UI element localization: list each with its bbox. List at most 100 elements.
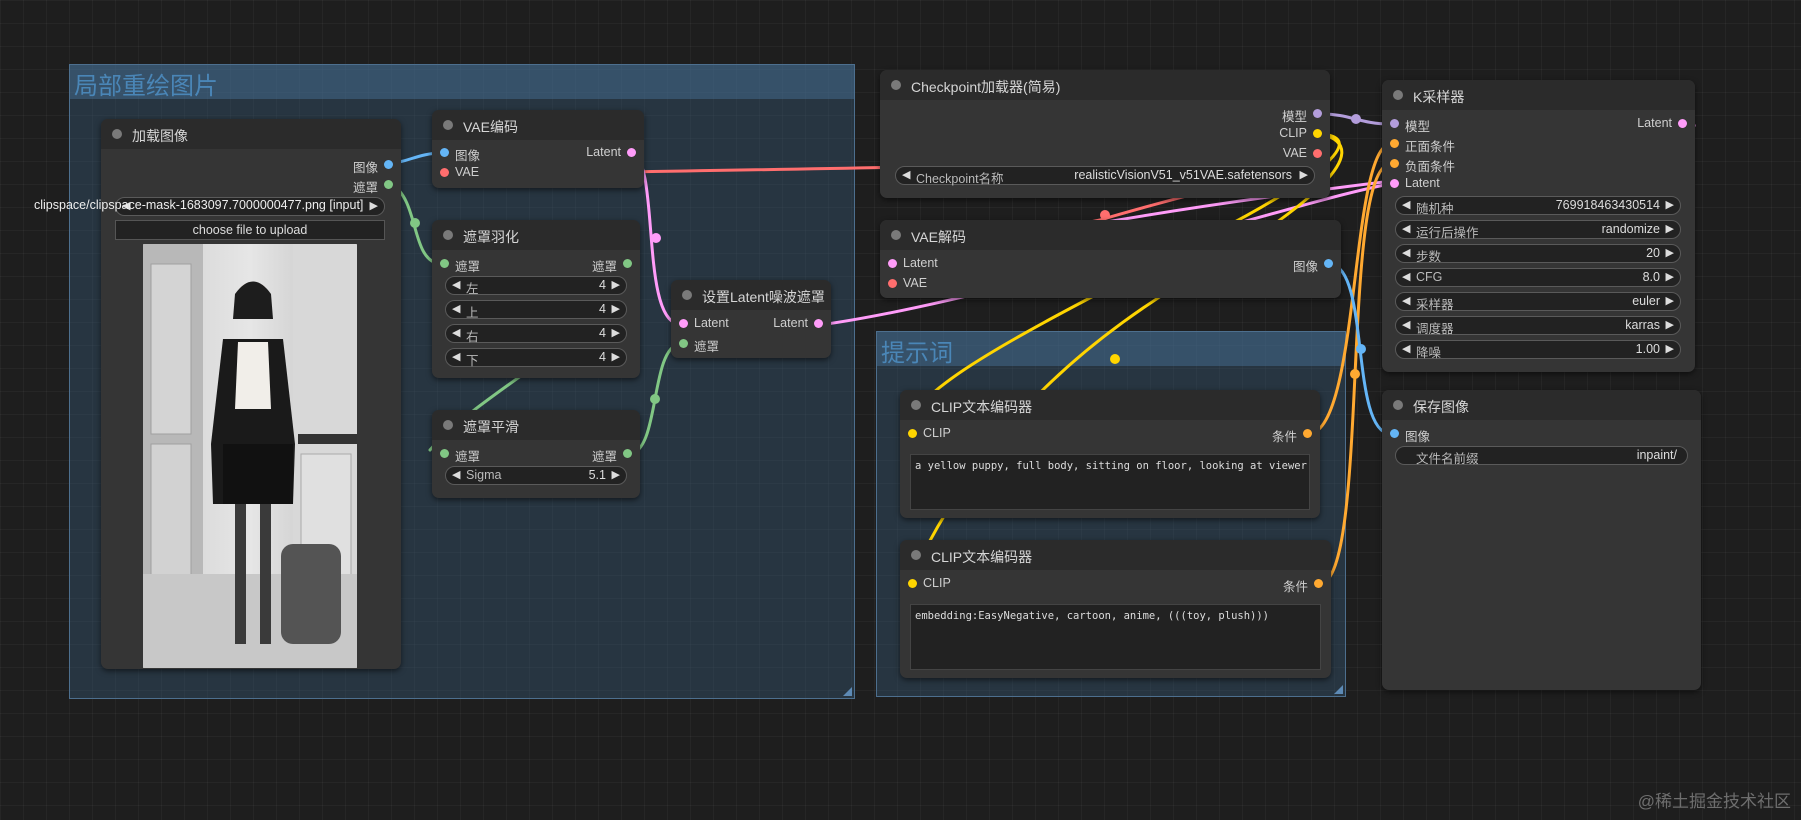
node-title-bar[interactable]: 遮罩羽化 <box>432 220 640 250</box>
arrow-left-icon[interactable]: ◀ <box>1402 222 1410 235</box>
upload-button[interactable]: choose file to upload <box>115 220 385 240</box>
collapse-dot-icon[interactable] <box>891 80 901 90</box>
node-ksampler[interactable]: K采样器 模型 正面条件 负面条件 Latent Latent ◀ 随机种 76… <box>1382 80 1695 372</box>
arrow-left-icon[interactable]: ◀ <box>1402 270 1410 283</box>
collapse-dot-icon[interactable] <box>682 290 692 300</box>
node-save-image[interactable]: 保存图像 图像 文件名前缀 inpaint/ <box>1382 390 1701 690</box>
output-clip[interactable]: CLIP <box>880 124 1330 144</box>
mask-slot-icon[interactable] <box>384 180 393 189</box>
node-feather-mask[interactable]: 遮罩羽化 遮罩 遮罩 ◀ 左 4 ▶ ◀ 上 4 ▶ ◀ 右 4 ▶ ◀ 下 4… <box>432 220 640 378</box>
output-conditioning[interactable]: 条件 <box>900 424 1320 444</box>
scheduler-widget[interactable]: ◀ 调度器 karras ▶ <box>1395 316 1681 336</box>
arrow-right-icon[interactable]: ▶ <box>1666 294 1674 307</box>
input-vae[interactable]: VAE <box>880 274 980 294</box>
collapse-dot-icon[interactable] <box>443 120 453 130</box>
output-mask[interactable]: 遮罩 <box>101 175 401 195</box>
node-title-bar[interactable]: 保存图像 <box>1382 390 1701 420</box>
node-title-bar[interactable]: Checkpoint加载器(简易) <box>880 70 1330 100</box>
arrow-right-icon[interactable]: ▶ <box>612 350 620 363</box>
arrow-left-icon[interactable]: ◀ <box>1402 294 1410 307</box>
node-title-bar[interactable]: CLIP文本编码器 <box>900 390 1320 420</box>
arrow-right-icon[interactable]: ▶ <box>1666 270 1674 283</box>
input-mask[interactable]: 遮罩 <box>671 334 751 354</box>
collapse-dot-icon[interactable] <box>911 550 921 560</box>
input-negative[interactable]: 负面条件 <box>1382 154 1502 174</box>
arrow-right-icon[interactable]: ▶ <box>1666 318 1674 331</box>
clip-slot-icon[interactable] <box>1313 129 1322 138</box>
node-title-bar[interactable]: K采样器 <box>1382 80 1695 110</box>
sigma-widget[interactable]: ◀ Sigma 5.1 ▶ <box>445 466 627 485</box>
arrow-left-icon[interactable]: ◀ <box>452 302 460 315</box>
collapse-dot-icon[interactable] <box>112 129 122 139</box>
collapse-dot-icon[interactable] <box>1393 400 1403 410</box>
collapse-dot-icon[interactable] <box>911 400 921 410</box>
arrow-right-icon[interactable]: ▶ <box>1666 198 1674 211</box>
output-vae[interactable]: VAE <box>880 144 1330 164</box>
arrow-right-icon[interactable]: ▶ <box>1666 342 1674 355</box>
output-conditioning[interactable]: 条件 <box>900 574 1331 594</box>
input-image[interactable]: 图像 <box>1382 424 1502 444</box>
node-set-latent-mask[interactable]: 设置Latent噪波遮罩 Latent 遮罩 Latent <box>671 280 831 358</box>
arrow-left-icon[interactable]: ◀ <box>1402 246 1410 259</box>
node-title-bar[interactable]: 加载图像 <box>101 119 401 149</box>
arrow-left-icon[interactable]: ◀ <box>1402 342 1410 355</box>
vae-slot-icon[interactable] <box>888 279 897 288</box>
seed-widget[interactable]: ◀ 随机种 769918463430514 ▶ <box>1395 196 1681 216</box>
filename-prefix-widget[interactable]: 文件名前缀 inpaint/ <box>1395 446 1688 466</box>
output-image[interactable]: 图像 <box>101 155 401 175</box>
feather-top-widget[interactable]: ◀ 上 4 ▶ <box>445 300 627 320</box>
positive-prompt-textarea[interactable]: a yellow puppy, full body, sitting on fl… <box>910 454 1310 510</box>
output-latent[interactable]: Latent <box>1382 114 1695 134</box>
control-after-generate-widget[interactable]: ◀ 运行后操作 randomize ▶ <box>1395 220 1681 240</box>
arrow-left-icon[interactable]: ◀ <box>452 468 460 481</box>
collapse-dot-icon[interactable] <box>443 230 453 240</box>
negative-prompt-textarea[interactable]: embedding:EasyNegative, cartoon, anime, … <box>910 604 1321 670</box>
output-mask[interactable]: 遮罩 <box>432 444 640 464</box>
conditioning-slot-icon[interactable] <box>1390 139 1399 148</box>
mask-slot-icon[interactable] <box>679 339 688 348</box>
image-slot-icon[interactable] <box>1324 259 1333 268</box>
arrow-left-icon[interactable]: ◀ <box>452 350 460 363</box>
node-vae-decode[interactable]: VAE解码 Latent VAE 图像 <box>880 220 1341 298</box>
arrow-right-icon[interactable]: ▶ <box>612 278 620 291</box>
feather-bottom-widget[interactable]: ◀ 下 4 ▶ <box>445 348 627 368</box>
conditioning-slot-icon[interactable] <box>1314 579 1323 588</box>
node-title-bar[interactable]: VAE解码 <box>880 220 1341 250</box>
image-slot-icon[interactable] <box>384 160 393 169</box>
latent-slot-icon[interactable] <box>1678 119 1687 128</box>
conditioning-slot-icon[interactable] <box>1390 159 1399 168</box>
vae-slot-icon[interactable] <box>1313 149 1322 158</box>
output-image[interactable]: 图像 <box>880 254 1341 274</box>
node-checkpoint-loader[interactable]: Checkpoint加载器(简易) 模型 CLIP VAE ◀ Checkpoi… <box>880 70 1330 198</box>
node-vae-encode[interactable]: VAE编码 图像 VAE Latent <box>432 110 644 188</box>
arrow-left-icon[interactable]: ◀ <box>452 278 460 291</box>
latent-slot-icon[interactable] <box>1390 179 1399 188</box>
arrow-left-icon[interactable]: ◀ <box>1402 318 1410 331</box>
cfg-widget[interactable]: ◀ CFG 8.0 ▶ <box>1395 268 1681 287</box>
arrow-right-icon[interactable]: ▶ <box>612 326 620 339</box>
output-model[interactable]: 模型 <box>880 104 1330 124</box>
latent-slot-icon[interactable] <box>814 319 823 328</box>
arrow-right-icon[interactable]: ▶ <box>370 199 378 212</box>
mask-slot-icon[interactable] <box>623 259 632 268</box>
arrow-right-icon[interactable]: ▶ <box>1666 246 1674 259</box>
node-title-bar[interactable]: 遮罩平滑 <box>432 410 640 440</box>
output-mask[interactable]: 遮罩 <box>432 254 640 274</box>
input-positive[interactable]: 正面条件 <box>1382 134 1502 154</box>
arrow-right-icon[interactable]: ▶ <box>1300 168 1308 181</box>
node-title-bar[interactable]: 设置Latent噪波遮罩 <box>671 280 831 310</box>
conditioning-slot-icon[interactable] <box>1303 429 1312 438</box>
output-latent[interactable]: Latent <box>671 314 831 334</box>
collapse-dot-icon[interactable] <box>1393 90 1403 100</box>
arrow-left-icon[interactable]: ◀ <box>452 326 460 339</box>
feather-right-widget[interactable]: ◀ 右 4 ▶ <box>445 324 627 344</box>
collapse-dot-icon[interactable] <box>891 230 901 240</box>
checkpoint-name-combo[interactable]: ◀ Checkpoint名称 realisticVisionV51_v51VAE… <box>895 166 1315 186</box>
sampler-widget[interactable]: ◀ 采样器 euler ▶ <box>1395 292 1681 312</box>
model-slot-icon[interactable] <box>1313 109 1322 118</box>
steps-widget[interactable]: ◀ 步数 20 ▶ <box>1395 244 1681 264</box>
input-latent[interactable]: Latent <box>1382 174 1502 194</box>
arrow-left-icon[interactable]: ◀ <box>1402 198 1410 211</box>
node-clip-positive[interactable]: CLIP文本编码器 CLIP 条件 a yellow puppy, full b… <box>900 390 1320 518</box>
arrow-right-icon[interactable]: ▶ <box>1666 222 1674 235</box>
